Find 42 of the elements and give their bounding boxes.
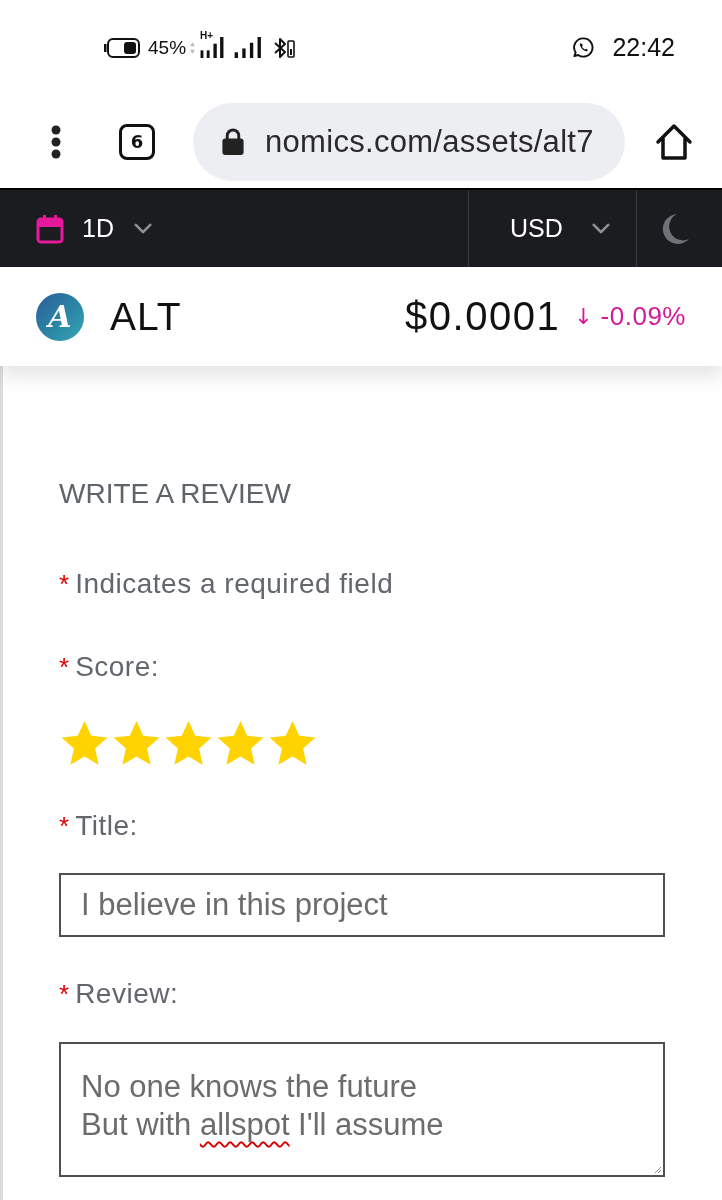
coin-logo: A	[36, 292, 84, 341]
field-label: Review:	[75, 978, 179, 1010]
battery-percent: 45%	[148, 36, 187, 59]
title-input-field[interactable]: I believe in this project	[59, 873, 665, 937]
star-icon[interactable]	[215, 720, 266, 768]
star-icon[interactable]	[111, 720, 162, 768]
required-asterisk: *	[59, 568, 70, 600]
star-icon[interactable]	[163, 720, 214, 768]
asset-price: $0.0001	[405, 294, 561, 339]
calendar-icon	[36, 213, 64, 244]
field-label: Title:	[75, 810, 138, 842]
tab-count-button[interactable]: 6	[119, 123, 155, 160]
bluetooth-battery-icon	[273, 36, 296, 59]
phone-bubble-icon	[572, 36, 596, 59]
signal-icon	[200, 37, 225, 58]
data-arrows-icon	[190, 41, 196, 54]
star-icon[interactable]	[267, 720, 318, 768]
required-asterisk: *	[59, 810, 70, 842]
clock-time: 22:42	[612, 33, 675, 62]
chevron-down-icon	[133, 223, 152, 234]
signal-icon	[234, 37, 263, 58]
network-type-label: H+	[200, 31, 214, 41]
url-text[interactable]: nomics.com/assets/alt7	[265, 123, 594, 160]
lock-icon	[222, 128, 244, 155]
star-icon[interactable]	[59, 720, 110, 768]
section-heading: WRITE A REVIEW	[59, 477, 291, 511]
home-icon[interactable]	[655, 122, 693, 161]
battery-icon	[104, 37, 140, 58]
timeframe-dropdown[interactable]: 1D	[0, 190, 164, 267]
moon-icon	[660, 212, 690, 245]
change-arrow: ↓	[574, 304, 593, 329]
required-field-note: Indicates a required field	[75, 568, 394, 600]
price-change: -0.09%	[600, 301, 686, 332]
review-text-field[interactable]: No one knows the future But with allspot I'll assume	[59, 1042, 665, 1177]
address-bar[interactable]: nomics.com/assets/alt7	[193, 102, 625, 181]
required-asterisk: *	[59, 651, 70, 683]
resize-grip-icon[interactable]	[654, 1166, 662, 1174]
required-asterisk: *	[59, 978, 70, 1010]
field-label: Score:	[75, 651, 160, 683]
menu-icon[interactable]	[51, 124, 61, 159]
chevron-down-icon	[591, 223, 610, 234]
asset-symbol: ALT	[110, 294, 182, 339]
